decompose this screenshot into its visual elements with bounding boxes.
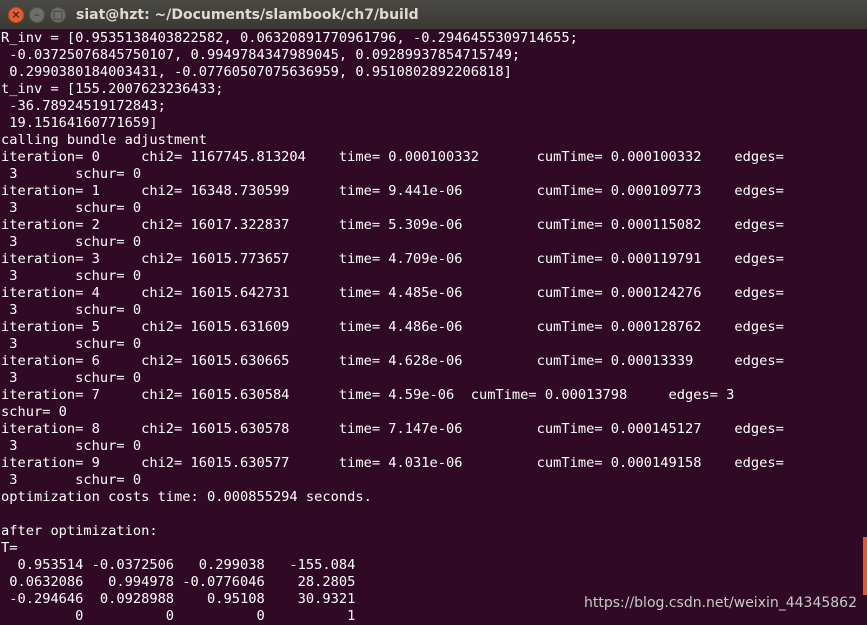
terminal-line: iteration= 6 chi2= 16015.630665 time= 4.… [1,353,784,369]
title-bar[interactable]: × – □ siat@hzt: ~/Documents/slambook/ch7… [0,0,867,30]
terminal-line: after optimization: [1,523,158,539]
terminal-line: iteration= 0 chi2= 1167745.813204 time= … [1,149,784,165]
terminal-line: R_inv = [0.9535138403822582, 0.063208917… [1,30,578,46]
terminal-line: schur= 0 [1,404,67,420]
terminal-window: × – □ siat@hzt: ~/Documents/slambook/ch7… [0,0,867,625]
window-controls: × – □ [8,6,66,23]
terminal-line: 0.953514 -0.0372506 0.299038 -155.084 [1,557,356,573]
terminal-line: -36.78924519172843; [1,98,166,114]
terminal-line: 0.0632086 0.994978 -0.0776046 28.2805 [1,574,356,590]
terminal-line: iteration= 7 chi2= 16015.630584 time= 4.… [1,387,735,403]
maximize-icon: □ [52,8,64,21]
terminal-line: 3 schur= 0 [1,472,142,488]
terminal-line: 0.2990380184003431, -0.07760507075636959… [1,64,512,80]
terminal-line: iteration= 4 chi2= 16015.642731 time= 4.… [1,285,784,301]
terminal-line: 3 schur= 0 [1,336,142,352]
minimize-icon: – [34,8,40,21]
window-title: siat@hzt: ~/Documents/slambook/ch7/build [76,6,419,23]
watermark-text: https://blog.csdn.net/weixin_44345862 [583,595,857,611]
terminal-line: 3 schur= 0 [1,200,142,216]
terminal-line: t_inv = [155.2007623236433; [1,81,224,97]
close-button[interactable]: × [8,6,24,23]
terminal-line: 3 schur= 0 [1,166,142,182]
terminal-line: T= [1,540,18,556]
terminal-line: 3 schur= 0 [1,370,142,386]
terminal-line: 3 schur= 0 [1,438,142,454]
maximize-button[interactable]: □ [50,6,66,23]
terminal-line: iteration= 8 chi2= 16015.630578 time= 7.… [1,421,784,437]
terminal-line: iteration= 1 chi2= 16348.730599 time= 9.… [1,183,784,199]
terminal-line: 3 schur= 0 [1,302,142,318]
terminal-line: optimization costs time: 0.000855294 sec… [1,489,372,505]
terminal-output[interactable]: R_inv = [0.9535138403822582, 0.063208917… [1,30,867,625]
terminal-line: 19.15164160771659] [1,115,158,131]
scrollbar-thumb[interactable] [863,537,867,595]
terminal-line: calling bundle adjustment [1,132,208,148]
terminal-line: iteration= 5 chi2= 16015.631609 time= 4.… [1,319,784,335]
terminal-line: 3 schur= 0 [1,268,142,284]
terminal-line: iteration= 9 chi2= 16015.630577 time= 4.… [1,455,784,471]
close-icon: × [11,8,21,21]
terminal-line: -0.03725076845750107, 0.9949784347989045… [1,47,521,63]
terminal-line: iteration= 2 chi2= 16017.322837 time= 5.… [1,217,784,233]
minimize-button[interactable]: – [29,6,45,23]
terminal-line: 3 schur= 0 [1,234,142,250]
terminal-line: iteration= 3 chi2= 16015.773657 time= 4.… [1,251,784,267]
